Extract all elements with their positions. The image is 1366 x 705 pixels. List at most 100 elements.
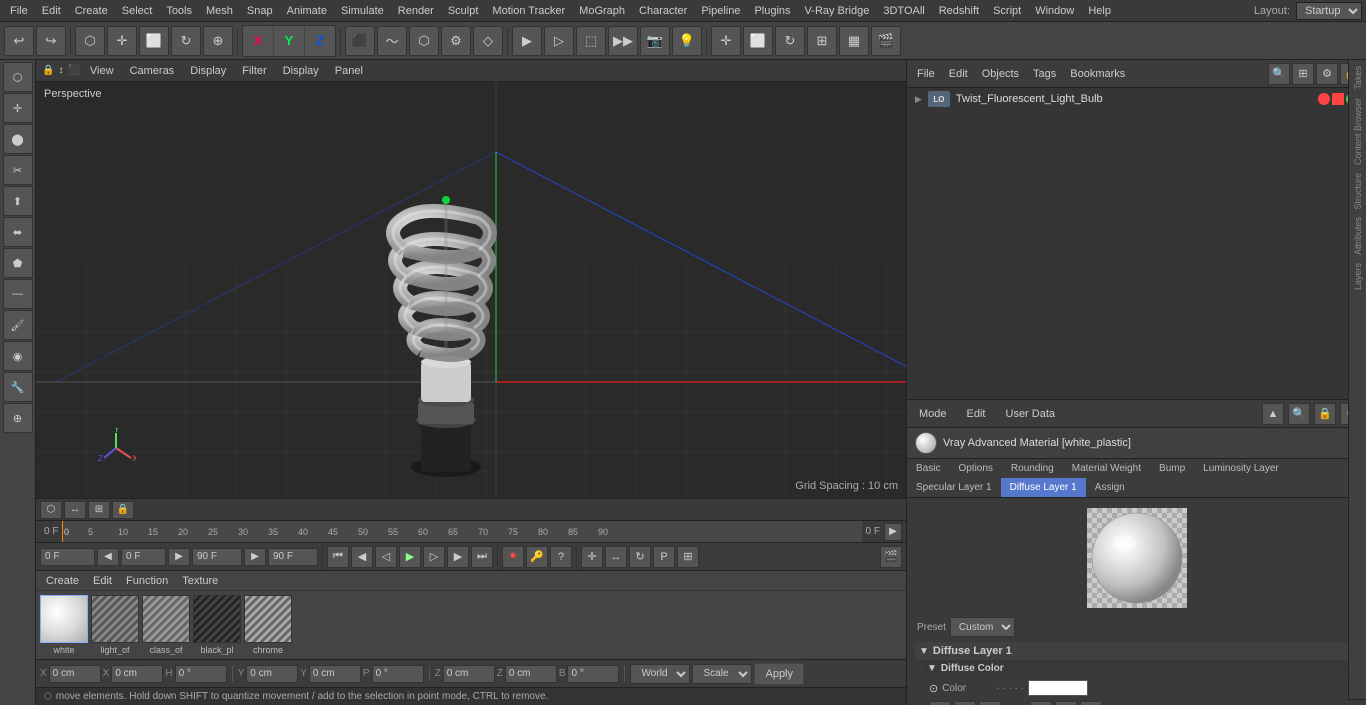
rotate-tool-button[interactable]: ↻: [171, 26, 201, 56]
mat-tab-weight[interactable]: Material Weight: [1063, 459, 1150, 478]
menu-animate[interactable]: Animate: [281, 3, 333, 19]
redo-button[interactable]: ↪: [36, 26, 66, 56]
axis-z-button[interactable]: Z: [305, 26, 335, 56]
color-copy-btn[interactable]: 📋: [1030, 701, 1052, 705]
obj-menu-objects[interactable]: Objects: [976, 66, 1025, 82]
material-black-pl[interactable]: black_pl: [193, 595, 241, 655]
color-radio[interactable]: ⊙: [929, 682, 938, 695]
far-tab-content[interactable]: Content Browser: [1351, 94, 1365, 169]
menu-pipeline[interactable]: Pipeline: [695, 3, 746, 19]
vp-bottom-icon4[interactable]: 🔒: [112, 501, 134, 519]
menu-motion-tracker[interactable]: Motion Tracker: [486, 3, 571, 19]
far-tab-takes[interactable]: Takes: [1351, 62, 1365, 94]
menu-vray[interactable]: V-Ray Bridge: [799, 3, 876, 19]
attr-up-btn[interactable]: ▲: [1262, 403, 1284, 425]
diffuse-layer-header[interactable]: ▼ Diffuse Layer 1: [915, 642, 1358, 660]
menu-sculpt[interactable]: Sculpt: [442, 3, 485, 19]
menu-snap[interactable]: Snap: [241, 3, 279, 19]
spline-tool-button[interactable]: 〜: [377, 26, 407, 56]
apply-button[interactable]: Apply: [754, 663, 804, 685]
vp-menu-cameras[interactable]: Cameras: [124, 63, 181, 79]
vp-menu-view[interactable]: View: [84, 63, 120, 79]
sidebar-bridge-btn[interactable]: ⬌: [3, 217, 33, 247]
coord-y-input[interactable]: [246, 665, 298, 683]
tl-arrow-left[interactable]: ◀: [97, 548, 119, 566]
material-class-of[interactable]: class_of: [142, 595, 190, 655]
mat-tab-assign[interactable]: Assign: [1086, 478, 1134, 497]
color-pipette-btn[interactable]: 💉: [1080, 701, 1102, 705]
obj-filter-btn[interactable]: ⊞: [1292, 63, 1314, 85]
sidebar-brush-btn[interactable]: ⬤: [3, 124, 33, 154]
far-tab-layers[interactable]: Layers: [1351, 259, 1365, 294]
color-tool-3[interactable]: B: [979, 701, 1001, 705]
film-button[interactable]: 🎬: [871, 26, 901, 56]
diffuse-color-header[interactable]: ▼ Diffuse Color: [923, 660, 1358, 677]
menu-script[interactable]: Script: [987, 3, 1027, 19]
coord-b-input[interactable]: [567, 665, 619, 683]
tl-extra4[interactable]: P: [653, 546, 675, 568]
tl-extra2[interactable]: ↔: [605, 546, 627, 568]
color-tool-1[interactable]: R: [929, 701, 951, 705]
attr-mode[interactable]: Mode: [911, 406, 955, 422]
mat-tab-options[interactable]: Options: [949, 459, 1001, 478]
attr-search-btn[interactable]: 🔍: [1288, 403, 1310, 425]
move2-button[interactable]: ✛: [711, 26, 741, 56]
world-select[interactable]: World: [630, 664, 690, 684]
menu-simulate[interactable]: Simulate: [335, 3, 390, 19]
menu-plugins[interactable]: Plugins: [748, 3, 796, 19]
attr-edit[interactable]: Edit: [959, 406, 994, 422]
cube-tool-button[interactable]: ⬛: [345, 26, 375, 56]
render-frame-button[interactable]: ▷: [544, 26, 574, 56]
mat-tab-rounding[interactable]: Rounding: [1002, 459, 1063, 478]
menu-3dtoall[interactable]: 3DTOAll: [877, 3, 930, 19]
menu-create[interactable]: Create: [69, 3, 114, 19]
obj-search-btn[interactable]: 🔍: [1268, 63, 1290, 85]
color-swatch-white[interactable]: [1028, 680, 1088, 696]
coord-p-input[interactable]: [372, 665, 424, 683]
timeline-end-btn[interactable]: ▶: [884, 523, 902, 541]
frame-end-input1[interactable]: [192, 548, 242, 566]
render-all-button[interactable]: ▶▶: [608, 26, 638, 56]
tl-play[interactable]: ▶: [399, 546, 421, 568]
coord-y1-input[interactable]: [309, 665, 361, 683]
sidebar-magnet-btn[interactable]: 🔧: [3, 372, 33, 402]
material-light-of[interactable]: light_of: [91, 595, 139, 655]
sidebar-edge-btn[interactable]: —: [3, 279, 33, 309]
tl-next-frame[interactable]: ▶: [447, 546, 469, 568]
current-frame-input[interactable]: [40, 548, 95, 566]
sidebar-smooth-btn[interactable]: ◉: [3, 341, 33, 371]
mat-tab-basic[interactable]: Basic: [907, 459, 949, 478]
sidebar-extrude-btn[interactable]: ⬆: [3, 186, 33, 216]
mat-menu-create[interactable]: Create: [40, 573, 85, 589]
vp-menu-filter[interactable]: Filter: [236, 63, 272, 79]
undo-button[interactable]: ↩: [4, 26, 34, 56]
sidebar-poly-btn[interactable]: ⬟: [3, 248, 33, 278]
field-tool-button[interactable]: ◇: [473, 26, 503, 56]
color-paste-btn[interactable]: 📎: [1055, 701, 1077, 705]
attr-lock-btn[interactable]: 🔒: [1314, 403, 1336, 425]
vp-bottom-icon1[interactable]: ⬡: [40, 501, 62, 519]
mat-tab-diffuse[interactable]: Diffuse Layer 1: [1001, 478, 1086, 497]
menu-tools[interactable]: Tools: [160, 3, 198, 19]
nurbs-tool-button[interactable]: ⬡: [409, 26, 439, 56]
sidebar-knife-btn[interactable]: ✂: [3, 155, 33, 185]
material-white[interactable]: white: [40, 595, 88, 655]
layout-select[interactable]: Startup: [1296, 2, 1362, 20]
far-tab-attributes[interactable]: Attributes: [1351, 213, 1365, 259]
obj-menu-edit[interactable]: Edit: [943, 66, 974, 82]
coord-z1-input[interactable]: [505, 665, 557, 683]
sidebar-weld-btn[interactable]: ⊕: [3, 403, 33, 433]
tl-help[interactable]: ?: [550, 546, 572, 568]
obj-settings-btn[interactable]: ⚙: [1316, 63, 1338, 85]
obj-menu-tags[interactable]: Tags: [1027, 66, 1062, 82]
mat-tab-bump[interactable]: Bump: [1150, 459, 1194, 478]
tl-auto-key[interactable]: 🔑: [526, 546, 548, 568]
timeline-track[interactable]: 0 5 10 15 20 25 30 35 40 45 50 55 60 65 …: [62, 521, 861, 543]
select-tool-button[interactable]: ⬡: [75, 26, 105, 56]
material-chrome[interactable]: chrome: [244, 595, 292, 655]
coord-x1-input[interactable]: [111, 665, 163, 683]
snap-button[interactable]: ⊞: [807, 26, 837, 56]
vp-bottom-icon3[interactable]: ⊞: [88, 501, 110, 519]
preset-select[interactable]: Custom: [950, 617, 1015, 637]
main-viewport[interactable]: X Y Z: [36, 82, 906, 498]
